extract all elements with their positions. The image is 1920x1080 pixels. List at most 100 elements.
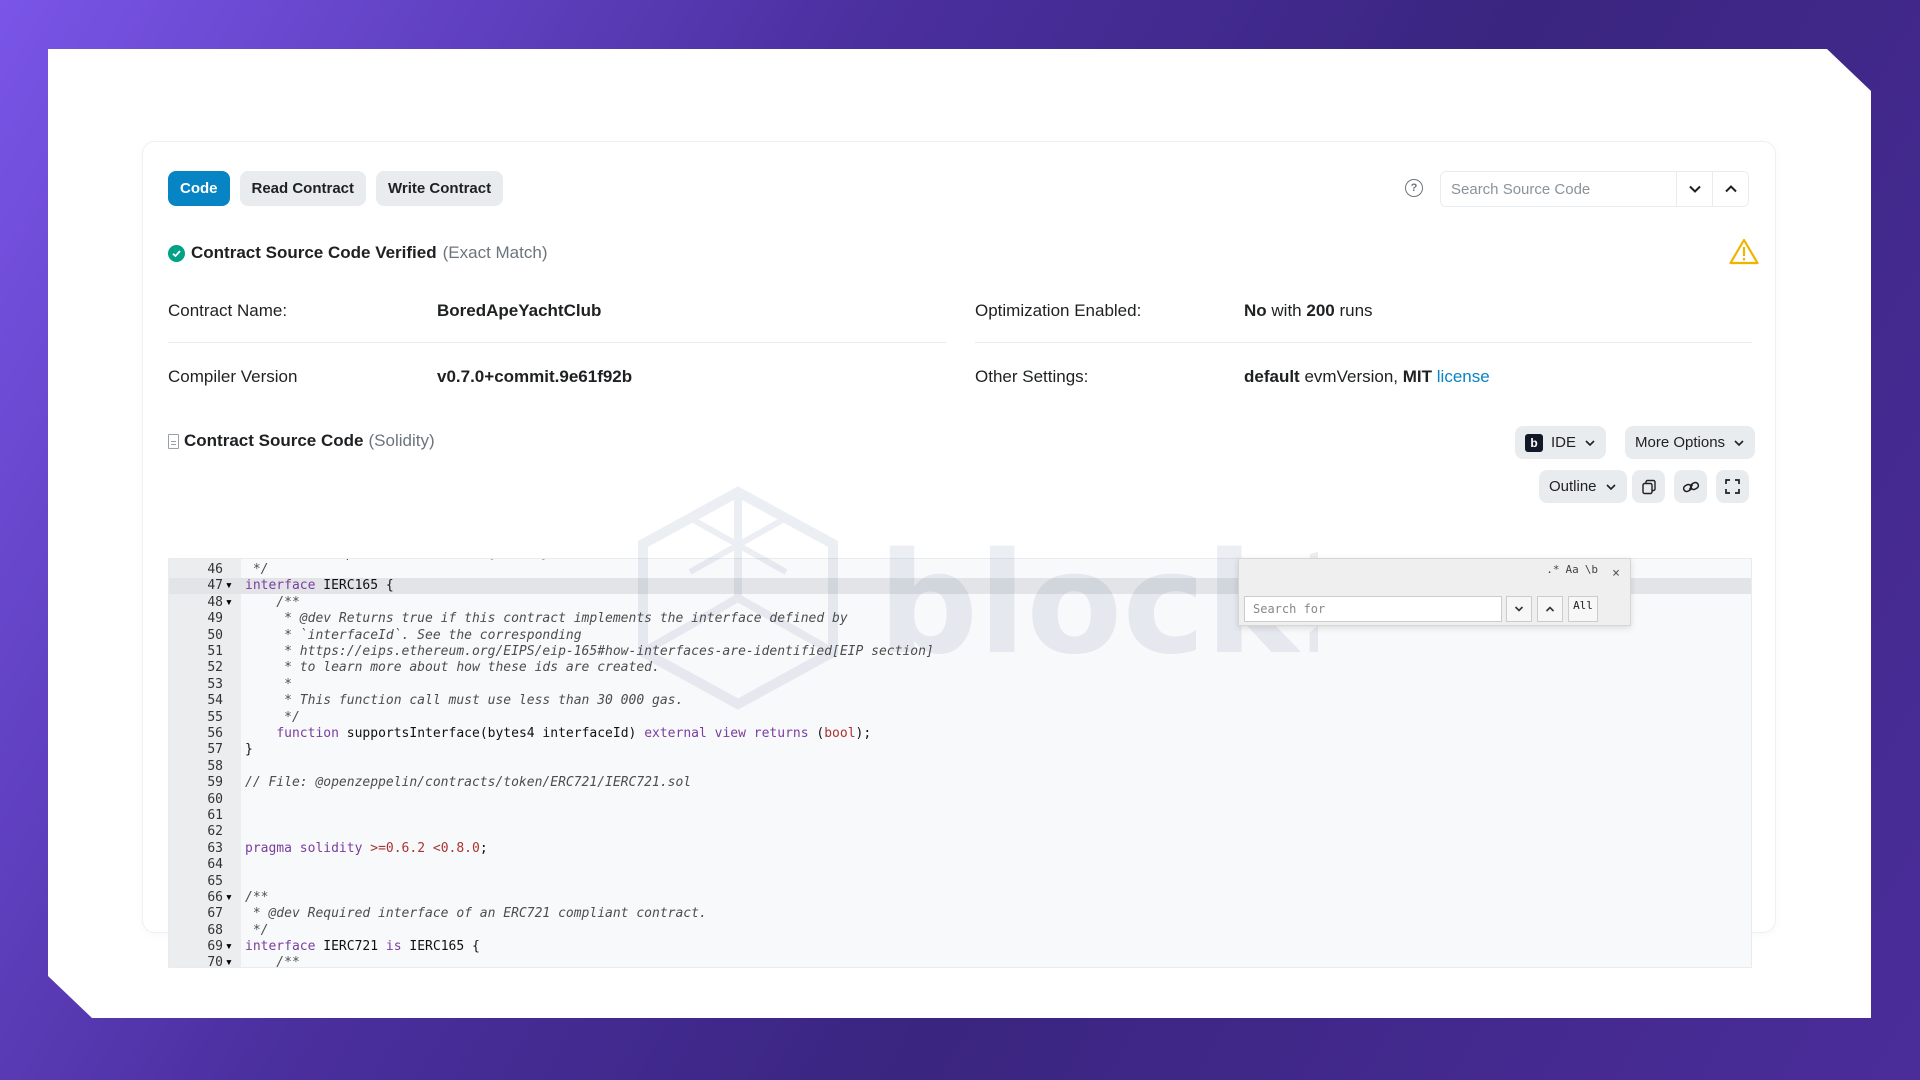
- search-prev-button[interactable]: [1712, 172, 1748, 206]
- code-text: * For an implementation, see {ERC165}.: [241, 559, 558, 561]
- code-line: 70 ▾ /**: [169, 955, 1751, 968]
- other-settings-label: Other Settings:: [975, 367, 1089, 386]
- line-number: 50: [207, 627, 223, 643]
- code-line: 60: [169, 791, 1751, 807]
- code-text: * @dev Required interface of an ERC721 c…: [245, 906, 707, 922]
- divider: [975, 342, 1752, 343]
- source-code-heading: Contract Source Code: [184, 431, 364, 450]
- fold-toggle-icon[interactable]: ▾: [225, 939, 233, 954]
- settings-evm: evmVersion,: [1304, 367, 1399, 386]
- tab-read-contract[interactable]: Read Contract: [239, 171, 367, 206]
- code-text: * `interfaceId`. See the corresponding: [245, 627, 582, 643]
- code-text: function supportsInterface(bytes4 interf…: [276, 725, 872, 741]
- code-text: * @dev Returns true if this contract imp…: [245, 611, 848, 627]
- line-number: 58: [207, 758, 223, 774]
- link-icon: [1682, 481, 1699, 492]
- verified-match: (Exact Match): [442, 243, 548, 262]
- find-prev-button[interactable]: [1537, 596, 1563, 622]
- tab-write-contract[interactable]: Write Contract: [376, 171, 504, 206]
- chevron-down-icon: [1605, 483, 1616, 490]
- code-text: */: [245, 922, 269, 938]
- chevron-down-icon: [1585, 439, 1595, 446]
- fullscreen-button[interactable]: [1716, 470, 1749, 503]
- file-icon: [168, 433, 179, 449]
- chevron-down-icon: [1688, 185, 1701, 193]
- outline-dropdown-button[interactable]: Outline: [1539, 470, 1627, 503]
- line-number: 55: [207, 709, 223, 725]
- optimization-with: with: [1271, 301, 1302, 320]
- warning-icon[interactable]: [1729, 238, 1759, 265]
- code-line: 67 * @dev Required interface of an ERC72…: [169, 906, 1751, 922]
- close-icon[interactable]: ×: [1612, 566, 1620, 581]
- ide-dropdown-button[interactable]: b IDE: [1515, 426, 1607, 459]
- code-line: 65: [169, 873, 1751, 889]
- case-toggle[interactable]: Aa: [1566, 563, 1579, 576]
- code-line: 55 */: [169, 709, 1751, 725]
- compiler-version-value: v0.7.0+commit.9e61f92b: [437, 367, 632, 387]
- fold-toggle-icon[interactable]: ▾: [225, 890, 233, 905]
- verified-status: Contract Source Code Verified (Exact Mat…: [168, 243, 547, 263]
- divider: [168, 342, 946, 343]
- outline-label: Outline: [1549, 478, 1597, 495]
- source-language: (Solidity): [368, 431, 435, 450]
- chevron-up-icon: [1545, 606, 1555, 612]
- optimization-value: No with 200 runs: [1244, 301, 1373, 321]
- line-number: 57: [207, 742, 223, 758]
- find-panel: .* Aa \b × All: [1238, 558, 1631, 626]
- search-source-input[interactable]: [1441, 172, 1676, 206]
- search-next-button[interactable]: [1676, 172, 1712, 206]
- code-text: /**: [245, 594, 300, 610]
- copy-button[interactable]: [1632, 470, 1665, 503]
- find-all-button[interactable]: All: [1568, 596, 1598, 622]
- code-line: 58: [169, 758, 1751, 774]
- find-next-button[interactable]: [1506, 596, 1532, 622]
- line-number: 45: [169, 559, 241, 561]
- regex-toggle[interactable]: .*: [1546, 563, 1559, 576]
- code-line: 51 * https://eips.ethereum.org/EIPS/eip-…: [169, 643, 1751, 659]
- code-line: 57}: [169, 742, 1751, 758]
- code-text: interface IERC165 {: [245, 578, 394, 594]
- license-link[interactable]: license: [1437, 367, 1490, 386]
- fold-toggle-icon[interactable]: ▾: [225, 955, 233, 967]
- chevron-down-icon: [1734, 439, 1744, 446]
- link-button[interactable]: [1674, 470, 1707, 503]
- code-text: * https://eips.ethereum.org/EIPS/eip-165…: [245, 644, 934, 660]
- help-icon[interactable]: ?: [1405, 179, 1423, 197]
- optimization-runs-label: runs: [1339, 301, 1373, 320]
- fullscreen-icon: [1725, 479, 1740, 494]
- code-line: 52 * to learn more about how these ids a…: [169, 660, 1751, 676]
- fold-toggle-icon[interactable]: ▾: [225, 578, 233, 593]
- code-text: *: [245, 676, 292, 692]
- find-input[interactable]: [1244, 596, 1502, 622]
- whole-word-toggle[interactable]: \b: [1585, 563, 1598, 576]
- optimization-enabled: No: [1244, 301, 1267, 320]
- code-text: */: [245, 562, 269, 578]
- code-line: 64: [169, 856, 1751, 872]
- line-number: 49: [207, 611, 223, 627]
- line-number: 65: [207, 873, 223, 889]
- code-line: 50 * `interfaceId`. See the correspondin…: [169, 627, 1751, 643]
- fold-toggle-icon[interactable]: ▾: [225, 595, 233, 610]
- line-number: 59: [207, 775, 223, 791]
- more-options-button[interactable]: More Options: [1625, 426, 1756, 459]
- contract-name-text: BoredApeYachtClub: [437, 301, 602, 320]
- line-number: 64: [207, 857, 223, 873]
- code-line: 56 function supportsInterface(bytes4 int…: [169, 725, 1751, 741]
- line-number: 56: [207, 725, 223, 741]
- code-text: * to learn more about how these ids are …: [245, 660, 660, 676]
- line-number: 53: [207, 676, 223, 692]
- code-text: /**: [245, 955, 300, 968]
- code-text: */: [245, 709, 300, 725]
- browser-frame: Code Read Contract Write Contract ? Cont…: [48, 49, 1871, 1018]
- find-options: .* Aa \b: [1546, 563, 1598, 576]
- source-search-group: [1440, 171, 1749, 207]
- contract-name-label: Contract Name:: [168, 301, 288, 320]
- tab-code[interactable]: Code: [168, 171, 230, 206]
- code-text: interface IERC721 is IERC165 {: [245, 939, 480, 955]
- code-line: 59 // File: @openzeppelin/contracts/token…: [169, 774, 1751, 790]
- code-line: 69 ▾ interface IERC721 is IERC165 {: [169, 938, 1751, 954]
- check-circle-icon: [168, 244, 185, 262]
- chevron-up-icon: [1724, 185, 1737, 193]
- line-number: 61: [207, 807, 223, 823]
- code-text: pragma solidity >=0.6.2 <0.8.0;: [245, 840, 488, 856]
